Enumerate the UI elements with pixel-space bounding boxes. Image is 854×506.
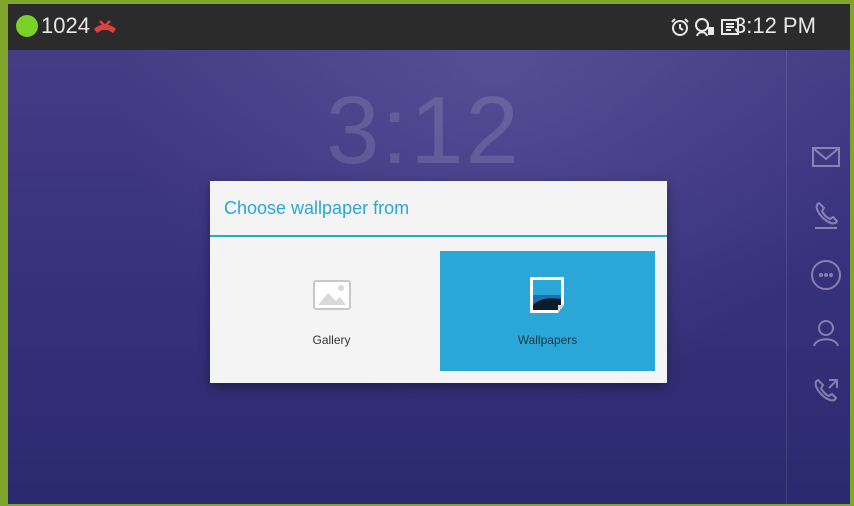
- dialog-title: Choose wallpaper from: [224, 198, 410, 218]
- device-screen: 1024 3:12 PM 3:12 Choose wallpaper from …: [8, 4, 850, 504]
- call-forward-icon[interactable]: [809, 374, 843, 408]
- apps-grid-icon[interactable]: [809, 258, 843, 292]
- presence-indicator: [16, 15, 38, 37]
- status-bar: 1024 3:12 PM: [8, 4, 850, 50]
- dialog-title-separator: [210, 235, 667, 237]
- mail-icon[interactable]: [809, 140, 843, 174]
- gallery-label: Gallery: [312, 333, 351, 347]
- gallery-option[interactable]: Gallery: [224, 251, 439, 371]
- extension-number: 1024: [41, 13, 90, 38]
- status-icons: [670, 14, 740, 40]
- contacts-icon[interactable]: [809, 316, 843, 350]
- wallpapers-image-icon: [530, 277, 564, 313]
- missed-call-icon: [94, 20, 116, 33]
- status-time: 3:12 PM: [734, 13, 816, 38]
- right-rail: [786, 50, 850, 504]
- lockscreen-clock: 3:12: [326, 77, 521, 184]
- alarm-icon: [671, 18, 689, 36]
- choose-wallpaper-dialog: Choose wallpaper from Gallery Wallpapers: [210, 181, 667, 383]
- phone-icon[interactable]: [809, 198, 843, 232]
- gallery-image-icon: [313, 280, 351, 310]
- voicemail-icon: [695, 18, 714, 37]
- wallpapers-option[interactable]: Wallpapers: [440, 251, 655, 371]
- wallpapers-label: Wallpapers: [517, 333, 578, 347]
